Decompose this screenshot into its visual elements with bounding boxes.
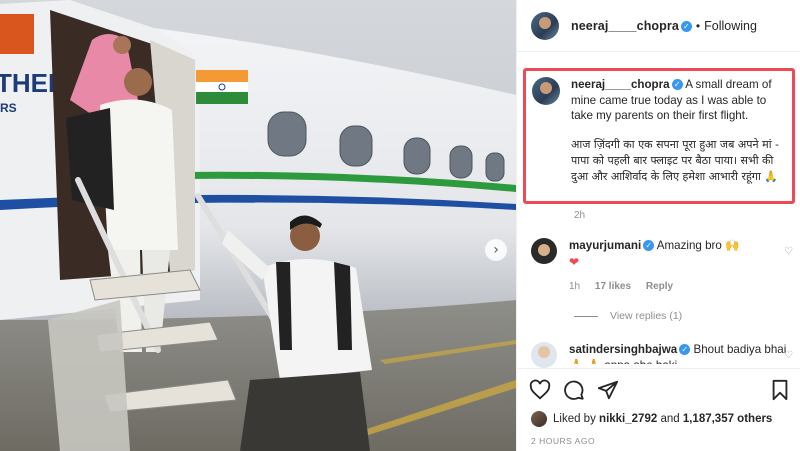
caption-text: neeraj____chopra ✓ A small dream of mine … (571, 77, 784, 201)
commenter-username[interactable]: satindersinghbajwa (569, 343, 677, 356)
red-heart-emoji: ❤ (569, 255, 580, 269)
post-caption: neeraj____chopra ✓ A small dream of mine … (523, 68, 795, 204)
likes-prefix: Liked by (553, 413, 596, 425)
commenter-username[interactable]: mayurjumani (569, 239, 641, 252)
commenter-avatar[interactable] (531, 238, 557, 264)
comment-time[interactable]: 1h (569, 281, 580, 292)
comment-body: mayurjumani ✓ Amazing bro 🙌 ❤ 1h 17 likes… (569, 238, 793, 295)
comment-meta: 1h 17 likes Reply (569, 279, 793, 295)
post-side-panel: neeraj____chopra ✓ • Following neeraj____… (516, 0, 800, 451)
caption-timestamp[interactable]: 2h (574, 210, 585, 221)
share-icon[interactable] (597, 379, 619, 401)
caption-hindi: आज ज़िंदगी का एक सपना पूरा हुआ जब अपने म… (571, 137, 780, 183)
plane-subtext: RS (0, 101, 17, 115)
action-bar (517, 368, 800, 408)
author-username[interactable]: neeraj____chopra ✓ (571, 19, 692, 33)
post-timestamp[interactable]: 2 HOURS AGO (531, 436, 595, 446)
author-username-text[interactable]: neeraj____chopra (571, 19, 679, 33)
verified-badge-icon: ✓ (643, 240, 655, 251)
verified-badge-icon: ✓ (680, 20, 692, 32)
caption-avatar[interactable] (532, 77, 560, 105)
next-photo-button[interactable]: › (485, 239, 507, 261)
liker-avatar[interactable] (531, 411, 547, 427)
following-button[interactable]: Following (704, 19, 757, 33)
verified-badge-icon: ✓ (679, 344, 691, 355)
likes-summary: Liked by nikki_2792 and 1,187,357 others (531, 411, 772, 427)
comment-body: satindersinghbajwa✓ Bhout badiya bhai 🙏 … (569, 342, 793, 364)
comment-item: satindersinghbajwa✓ Bhout badiya bhai 🙏 … (531, 342, 793, 368)
airplane-photo: THER RS (0, 0, 516, 451)
bookmark-icon[interactable] (769, 379, 791, 401)
liker-username[interactable]: nikki_2792 (599, 413, 657, 425)
verified-badge-icon: ✓ (671, 79, 683, 90)
comment-like-heart-icon[interactable]: ♡ (784, 246, 793, 257)
post-header: neeraj____chopra ✓ • Following (517, 0, 800, 52)
comment-text: Amazing bro 🙌 (656, 239, 740, 252)
replies-divider-line (574, 315, 598, 317)
caption-username[interactable]: neeraj____chopra (571, 78, 670, 91)
comment-icon[interactable] (563, 379, 585, 401)
heart-icon[interactable] (529, 379, 551, 401)
likes-count[interactable]: 1,187,357 others (683, 413, 773, 425)
comment-likes[interactable]: 17 likes (595, 281, 631, 292)
comment-like-heart-icon[interactable]: ♡ (784, 350, 793, 361)
post-photo[interactable]: THER RS › (0, 0, 516, 451)
comment-reply-button[interactable]: Reply (646, 281, 673, 292)
likes-middle: and (660, 413, 680, 425)
view-replies-label[interactable]: View replies (1) (610, 310, 682, 322)
commenter-avatar[interactable] (531, 342, 557, 368)
comment-item: mayurjumani ✓ Amazing bro 🙌 ❤ 1h 17 likes… (531, 238, 793, 295)
header-separator: • (695, 18, 701, 33)
author-avatar[interactable] (531, 11, 559, 40)
view-replies-button[interactable]: View replies (1) (574, 310, 682, 322)
